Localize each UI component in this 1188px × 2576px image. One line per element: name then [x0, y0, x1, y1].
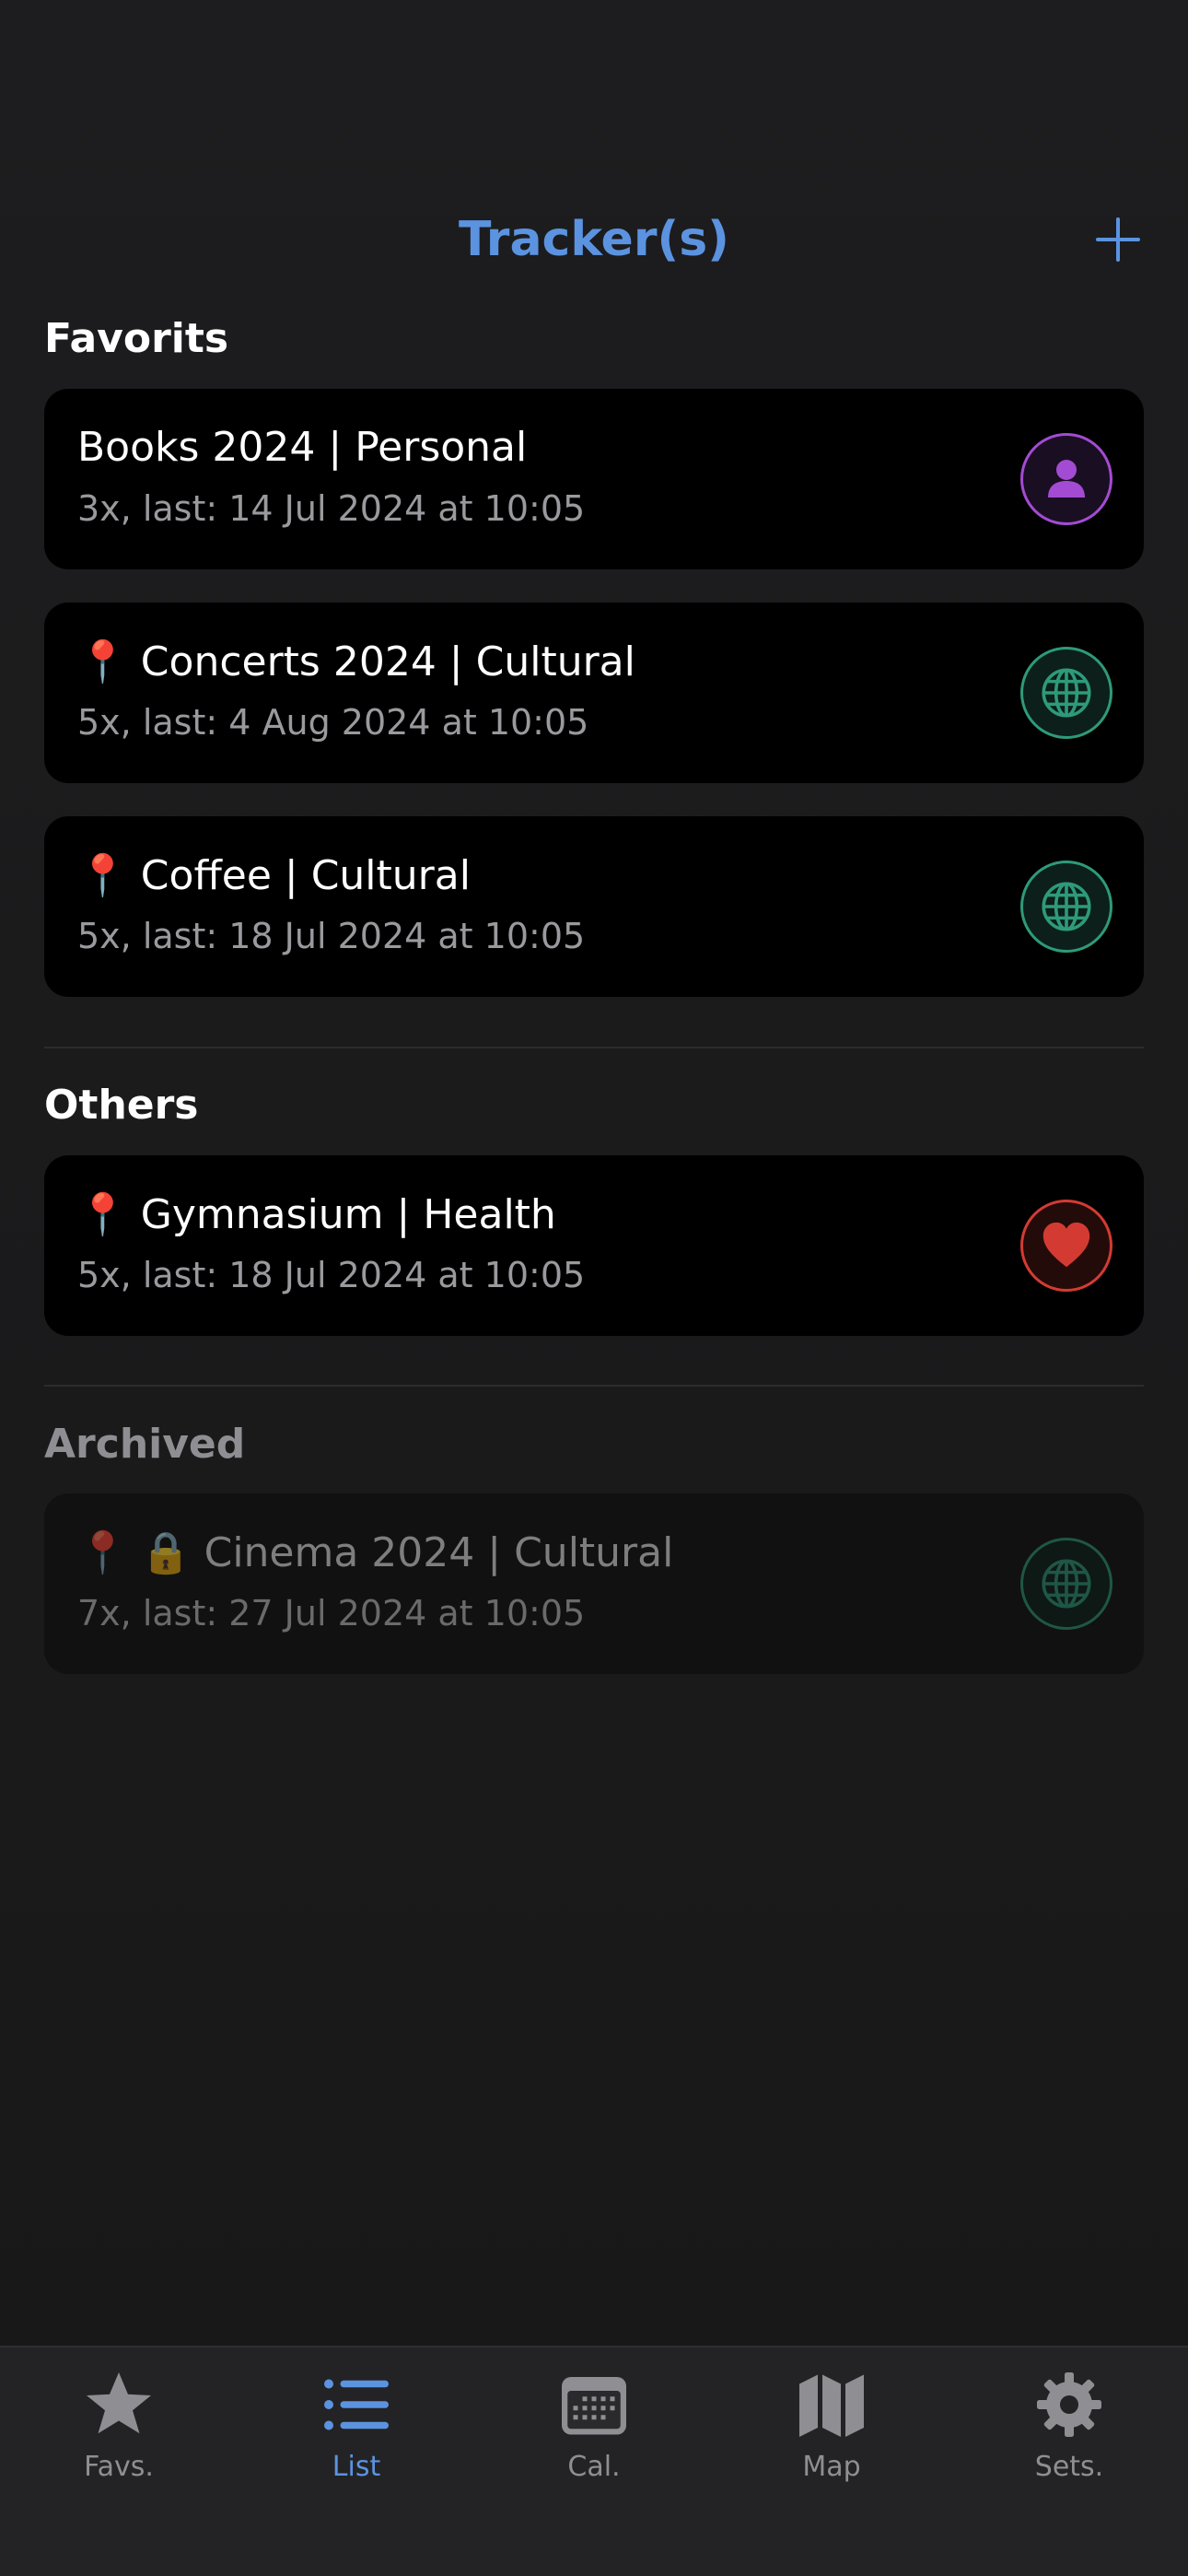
- tab-favs[interactable]: Favs.: [0, 2348, 238, 2504]
- person-icon: [1020, 433, 1112, 525]
- globe-icon: [1020, 861, 1112, 953]
- tab-bar: Favs. List Cal. Map Sets.: [0, 2346, 1188, 2576]
- section-divider: [44, 1385, 1144, 1387]
- tracker-subtitle: 3x, last: 14 Jul 2024 at 10:05: [77, 488, 586, 529]
- section-header-favorites: Favorits: [44, 315, 229, 362]
- tracker-card-coffee[interactable]: 📍 Coffee | Cultural 5x, last: 18 Jul 2024…: [44, 816, 1144, 997]
- pin-icon: 📍: [77, 852, 128, 899]
- nav-header: Tracker(s): [0, 203, 1188, 286]
- tracker-title: 📍 Coffee | Cultural: [77, 852, 471, 899]
- tab-label: Favs.: [84, 2451, 154, 2483]
- gear-icon: [1032, 2368, 1106, 2441]
- map-icon: [795, 2368, 868, 2441]
- list-icon: [320, 2368, 393, 2441]
- tracker-subtitle: 5x, last: 18 Jul 2024 at 10:05: [77, 1255, 586, 1295]
- globe-icon: [1020, 647, 1112, 739]
- pin-icon: 📍: [77, 1191, 128, 1238]
- section-header-others: Others: [44, 1082, 199, 1129]
- tracker-card-books[interactable]: Books 2024 | Personal 3x, last: 14 Jul 2…: [44, 389, 1144, 569]
- tracker-card-cinema[interactable]: 📍 🔒 Cinema 2024 | Cultural 7x, last: 27 Ju…: [44, 1493, 1144, 1674]
- tracker-title: Books 2024 | Personal: [77, 424, 528, 471]
- tab-sets[interactable]: Sets.: [950, 2348, 1188, 2504]
- calendar-icon: [557, 2368, 631, 2441]
- tracker-subtitle: 5x, last: 18 Jul 2024 at 10:05: [77, 916, 586, 956]
- globe-icon: [1020, 1538, 1112, 1630]
- tab-label: Sets.: [1034, 2451, 1104, 2483]
- tracker-subtitle: 7x, last: 27 Jul 2024 at 10:05: [77, 1593, 586, 1633]
- add-tracker-button[interactable]: [1092, 214, 1144, 265]
- tab-map[interactable]: Map: [713, 2348, 950, 2504]
- star-icon: [82, 2368, 156, 2441]
- pin-icon: 📍: [77, 638, 128, 685]
- tracker-subtitle: 5x, last: 4 Aug 2024 at 10:05: [77, 702, 589, 743]
- lock-icon: 🔒: [140, 1529, 192, 1576]
- tracker-card-concerts[interactable]: 📍 Concerts 2024 | Cultural 5x, last: 4 Au…: [44, 603, 1144, 783]
- tab-label: List: [332, 2451, 381, 2483]
- tab-cal[interactable]: Cal.: [475, 2348, 713, 2504]
- tracker-title: 📍 Concerts 2024 | Cultural: [77, 638, 635, 685]
- tracker-title: 📍 🔒 Cinema 2024 | Cultural: [77, 1529, 674, 1576]
- tab-list[interactable]: List: [238, 2348, 475, 2504]
- tracker-title: 📍 Gymnasium | Health: [77, 1191, 556, 1238]
- pin-icon: 📍: [77, 1529, 128, 1576]
- heart-icon: [1020, 1200, 1112, 1292]
- section-divider: [44, 1047, 1144, 1048]
- page-title: Tracker(s): [459, 212, 729, 267]
- section-header-archived: Archived: [44, 1421, 246, 1468]
- tab-label: Cal.: [567, 2451, 621, 2483]
- tab-label: Map: [802, 2451, 861, 2483]
- tracker-card-gymnasium[interactable]: 📍 Gymnasium | Health 5x, last: 18 Jul 202…: [44, 1155, 1144, 1336]
